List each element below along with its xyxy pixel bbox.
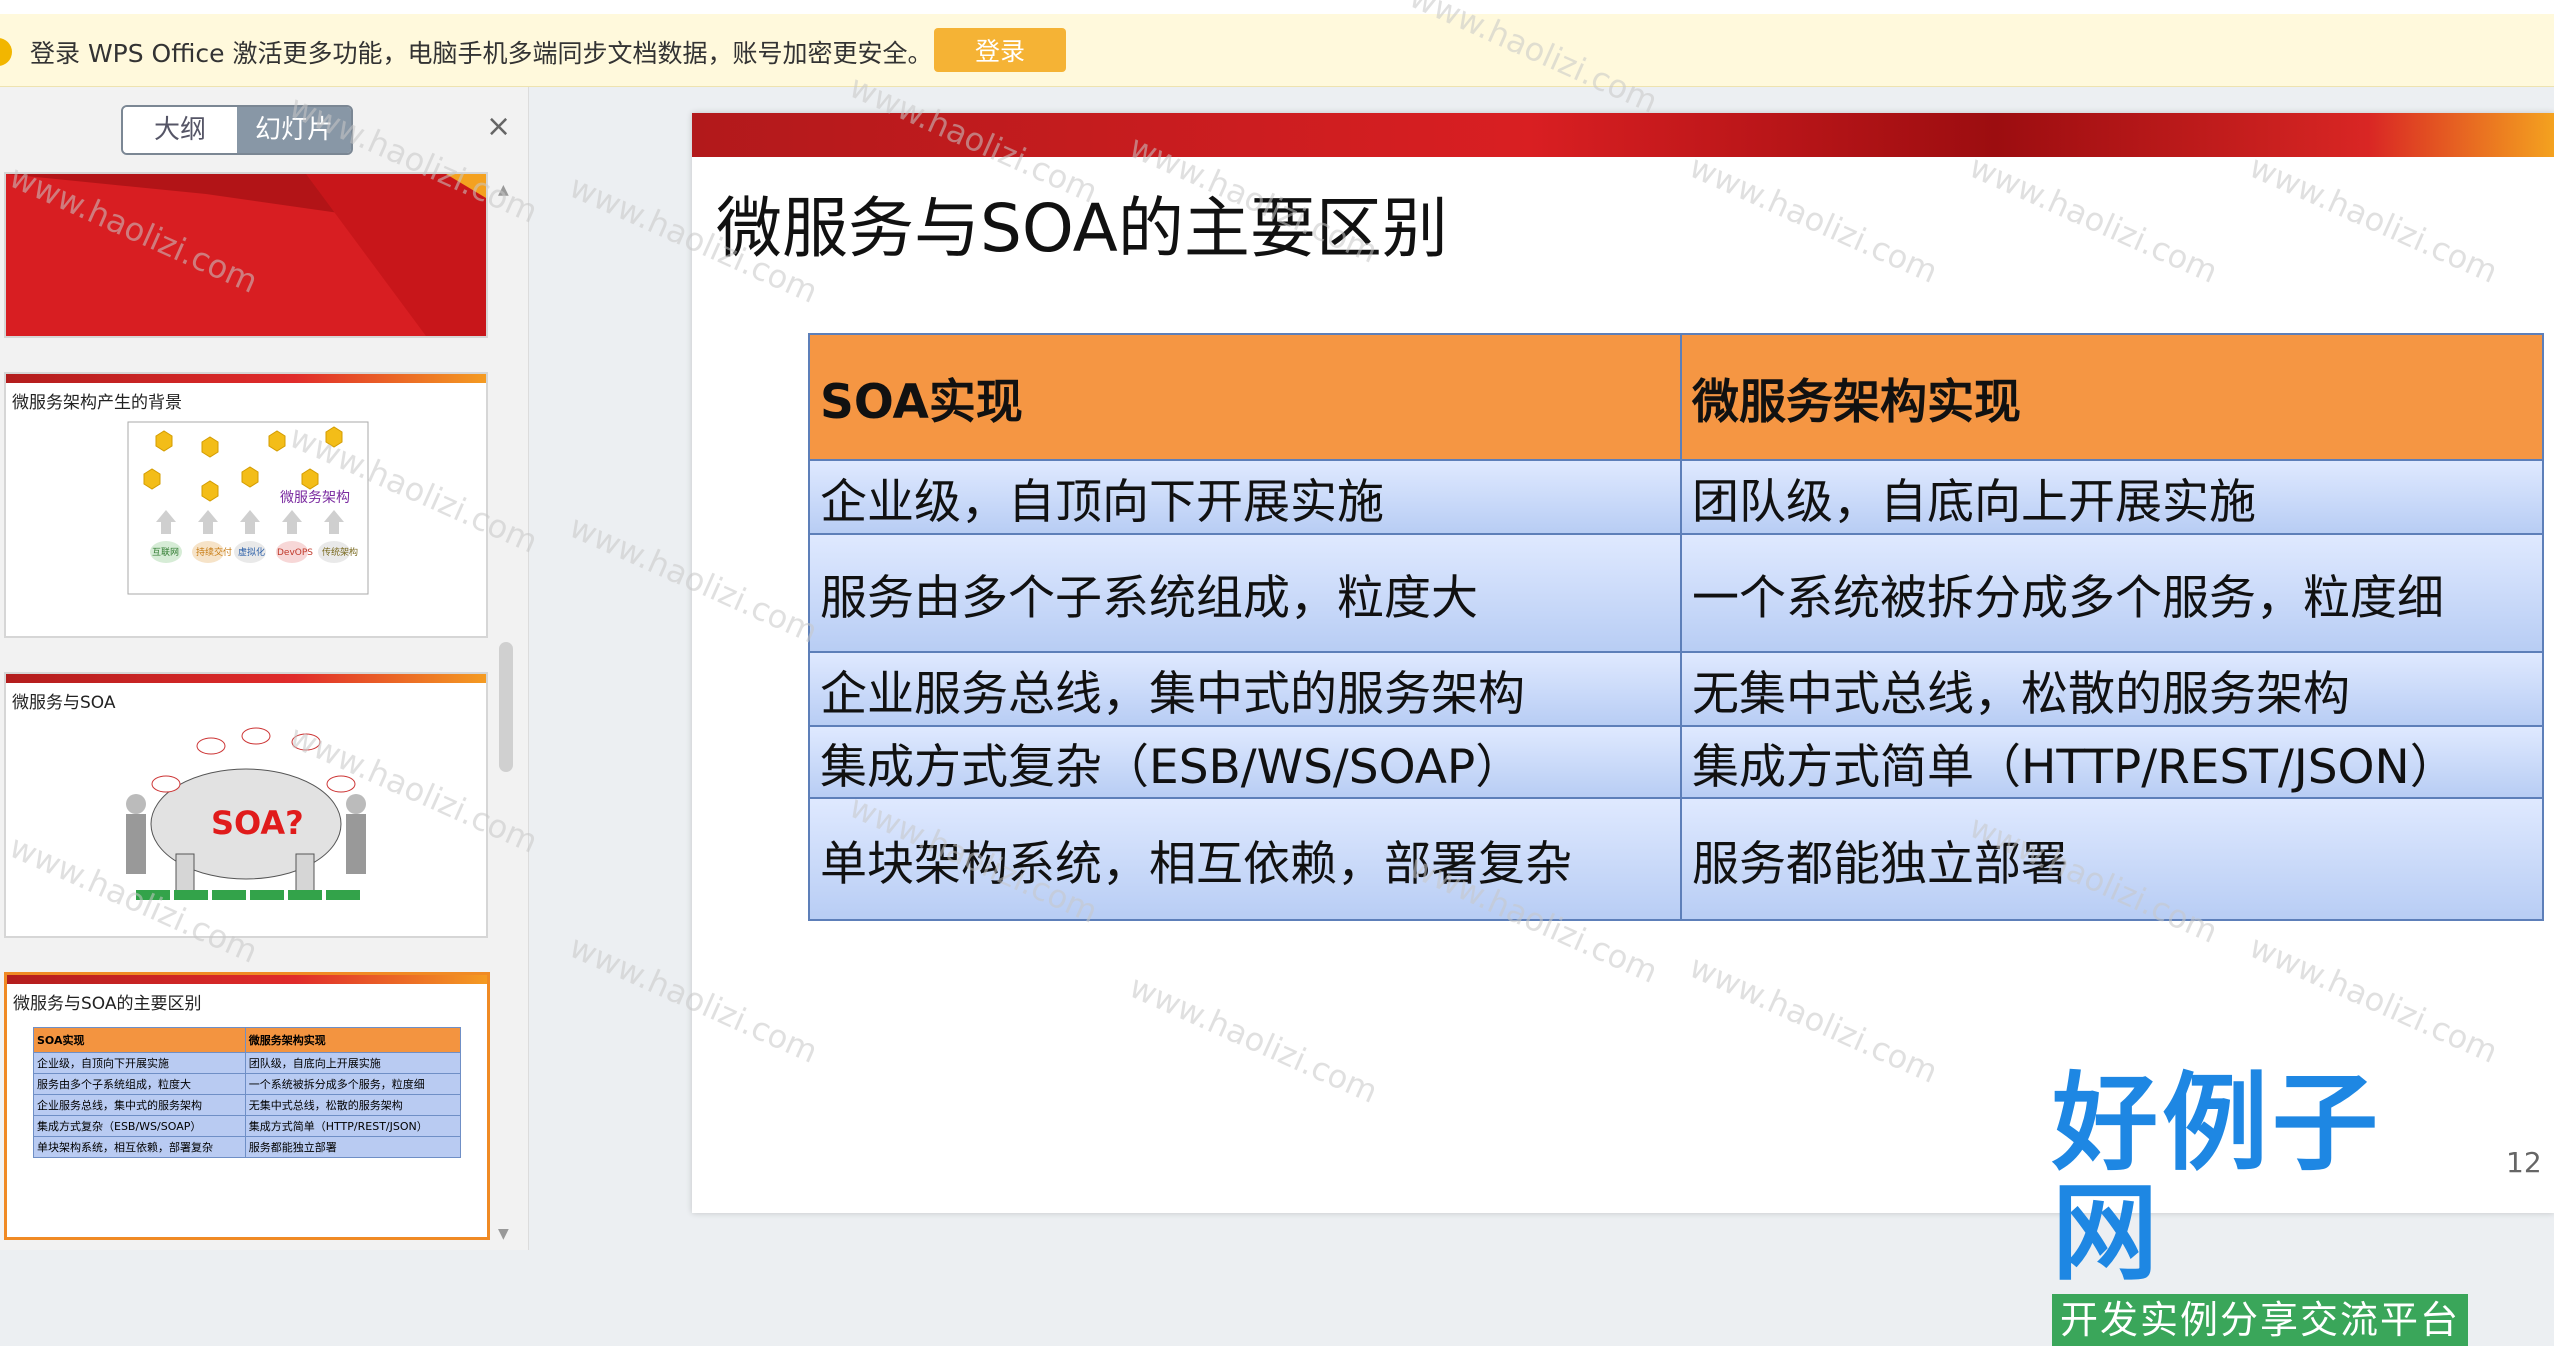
slide-thumbnail[interactable]: 微服务与SOA SOA?	[4, 672, 488, 938]
site-logo: 好例子网 开发实例分享交流平台	[2052, 1068, 2476, 1346]
thumb-table-cell: 团队级，自底向上开展实施	[244, 1052, 462, 1074]
arrow-label: 持续交付	[196, 546, 232, 558]
slide-canvas[interactable]: 微服务与SOA的主要区别 SOA实现 微服务架构实现 企业级，自顶向下开展实施团…	[692, 113, 2554, 1213]
info-icon	[0, 38, 12, 66]
thumb-table-cell: 集成方式简单（HTTP/REST/JSON）	[244, 1115, 462, 1137]
thumb-table-cell: 单块架构系统，相互依赖，部署复杂	[33, 1136, 246, 1158]
elephant-illustration: SOA?	[126, 727, 366, 900]
slide-thumbnail[interactable]: 微服务架构产生的背景 微服务架构 互联网 持续交付 虚拟化 DevOPS 传统架…	[4, 372, 488, 638]
cover-graphic	[6, 174, 486, 336]
table-cell[interactable]: 一个系统被拆分成多个服务，粒度细	[1680, 533, 2544, 653]
table-cell[interactable]: 团队级，自底向上开展实施	[1680, 459, 2544, 535]
thumb-table-cell: 一个系统被拆分成多个服务，粒度细	[244, 1073, 462, 1095]
table-header-soa[interactable]: SOA实现	[808, 333, 1682, 461]
login-banner: 登录 WPS Office 激活更多功能，电脑手机多端同步文档数据，账号加密更安…	[0, 14, 2554, 87]
table-cell[interactable]: 无集中式总线，松散的服务架构	[1680, 651, 2544, 727]
comparison-table[interactable]: SOA实现 微服务架构实现 企业级，自顶向下开展实施 团队级，自底向上开展实施 服…	[808, 333, 2544, 921]
table-cell[interactable]: 服务由多个子系统组成，粒度大	[808, 533, 1682, 653]
slide-header-bar	[692, 113, 2554, 157]
scrollbar-thumb[interactable]	[499, 642, 513, 772]
diagram-label: 微服务架构	[280, 490, 350, 506]
scroll-up-icon[interactable]: ▲	[498, 182, 509, 198]
arrow-label: DevOPS	[277, 548, 313, 558]
panel-tabs: 大纲 幻灯片	[121, 105, 353, 155]
thumb-table-cell: 服务都能独立部署	[244, 1136, 462, 1158]
thumbnail-scrollbar[interactable]: ▲ ▼	[496, 182, 516, 1242]
table-cell[interactable]: 单块架构系统，相互依赖，部署复杂	[808, 797, 1682, 921]
table-cell[interactable]: 集成方式简单（HTTP/REST/JSON）	[1680, 725, 2544, 799]
table-cell[interactable]: 企业服务总线，集中式的服务架构	[808, 651, 1682, 727]
table-cell[interactable]: 企业级，自顶向下开展实施	[808, 459, 1682, 535]
arrow-label: 互联网	[152, 547, 179, 558]
tab-slides[interactable]: 幻灯片	[237, 107, 351, 153]
thumb-title: 微服务与SOA的主要区别	[13, 994, 202, 1014]
thumb-table-cell: 集成方式复杂（ESB/WS/SOAP）	[33, 1115, 246, 1137]
thumb-table-cell: 服务由多个子系统组成，粒度大	[33, 1073, 246, 1095]
slide-thumbnail-list: 微服务架构产生的背景 微服务架构 互联网 持续交付 虚拟化 DevOPS 传统架…	[0, 172, 490, 1250]
thumb-header-bar	[7, 975, 487, 984]
thumb-table-header: SOA实现	[33, 1027, 246, 1053]
thumb-table-cell: 企业服务总线，集中式的服务架构	[33, 1094, 246, 1116]
banner-message: 登录 WPS Office 激活更多功能，电脑手机多端同步文档数据，账号加密更安…	[30, 39, 933, 68]
window-top-strip	[0, 0, 2554, 15]
logo-subtitle: 开发实例分享交流平台	[2052, 1294, 2468, 1346]
logo-main-text: 好例子网	[2052, 1060, 2382, 1295]
soa-label: SOA?	[211, 804, 304, 842]
scroll-down-icon[interactable]: ▼	[498, 1226, 509, 1242]
login-button[interactable]: 登录	[934, 28, 1066, 72]
table-cell[interactable]: 集成方式复杂（ESB/WS/SOAP）	[808, 725, 1682, 799]
microservice-diagram: 微服务架构 互联网 持续交付 虚拟化 DevOPS 传统架构	[127, 421, 369, 595]
thumb-table-cell: 无集中式总线，松散的服务架构	[244, 1094, 462, 1116]
arrow-label: 虚拟化	[238, 546, 265, 558]
thumb-table-cell: 企业级，自顶向下开展实施	[33, 1052, 246, 1074]
page-number: 12	[2506, 1146, 2542, 1179]
slide-panel: 大纲 幻灯片 × 微服务架构产生的背景 微服务架构 互联网 持续交付 虚拟化 D…	[0, 87, 529, 1250]
slide-title[interactable]: 微服务与SOA的主要区别	[716, 175, 1448, 271]
arrow-label: 传统架构	[322, 546, 358, 558]
table-header-microservice[interactable]: 微服务架构实现	[1680, 333, 2544, 461]
thumb-comparison-table: SOA实现 微服务架构实现 企业级，自顶向下开展实施 团队级，自底向上开展实施 服…	[33, 1027, 462, 1158]
close-panel-icon[interactable]: ×	[486, 109, 511, 144]
table-cell[interactable]: 服务都能独立部署	[1680, 797, 2544, 921]
thumb-table-header: 微服务架构实现	[244, 1027, 462, 1053]
slide-thumbnail[interactable]	[4, 172, 488, 338]
tab-outline[interactable]: 大纲	[123, 107, 237, 153]
slide-thumbnail-selected[interactable]: 微服务与SOA的主要区别 SOA实现 微服务架构实现 企业级，自顶向下开展实施团…	[4, 972, 490, 1240]
